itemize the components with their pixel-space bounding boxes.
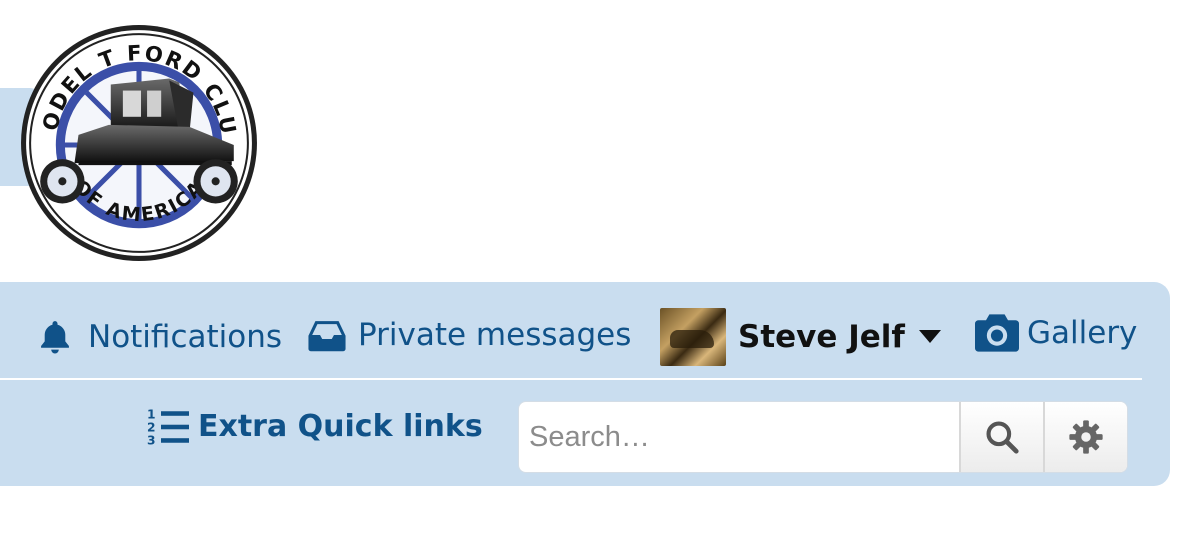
search-icon (986, 421, 1019, 454)
notifications-link[interactable]: Notifications (36, 318, 282, 356)
avatar (660, 308, 726, 366)
extra-quick-links[interactable]: 1 2 3 Extra Quick links (146, 406, 483, 448)
extra-quick-links-label: Extra Quick links (198, 409, 483, 444)
gallery-label: Gallery (1027, 314, 1138, 351)
user-menu[interactable]: Steve Jelf (660, 308, 941, 366)
gallery-link[interactable]: Gallery (975, 314, 1137, 352)
username: Steve Jelf (738, 318, 905, 355)
svg-text:2: 2 (147, 420, 156, 434)
private-messages-label: Private messages (358, 316, 632, 353)
gear-icon (1069, 420, 1103, 454)
private-messages-link[interactable]: Private messages (308, 318, 631, 352)
inbox-icon (308, 321, 346, 352)
camera-icon (975, 314, 1019, 352)
search-button[interactable] (959, 402, 1043, 472)
search-box (518, 401, 1128, 473)
club-logo[interactable]: MODEL T FORD CLUB OF AMERICA (18, 22, 260, 264)
svg-text:3: 3 (147, 434, 156, 448)
navbar: Notifications Private messages Steve Jel… (0, 282, 1170, 486)
advanced-search-button[interactable] (1043, 402, 1127, 472)
numbered-list-icon: 1 2 3 (147, 407, 189, 448)
search-input[interactable] (519, 402, 959, 472)
notifications-label: Notifications (88, 318, 283, 355)
bell-icon (41, 321, 69, 354)
svg-text:1: 1 (147, 407, 156, 421)
caret-down-icon (918, 330, 941, 343)
navbar-divider (0, 378, 1142, 380)
